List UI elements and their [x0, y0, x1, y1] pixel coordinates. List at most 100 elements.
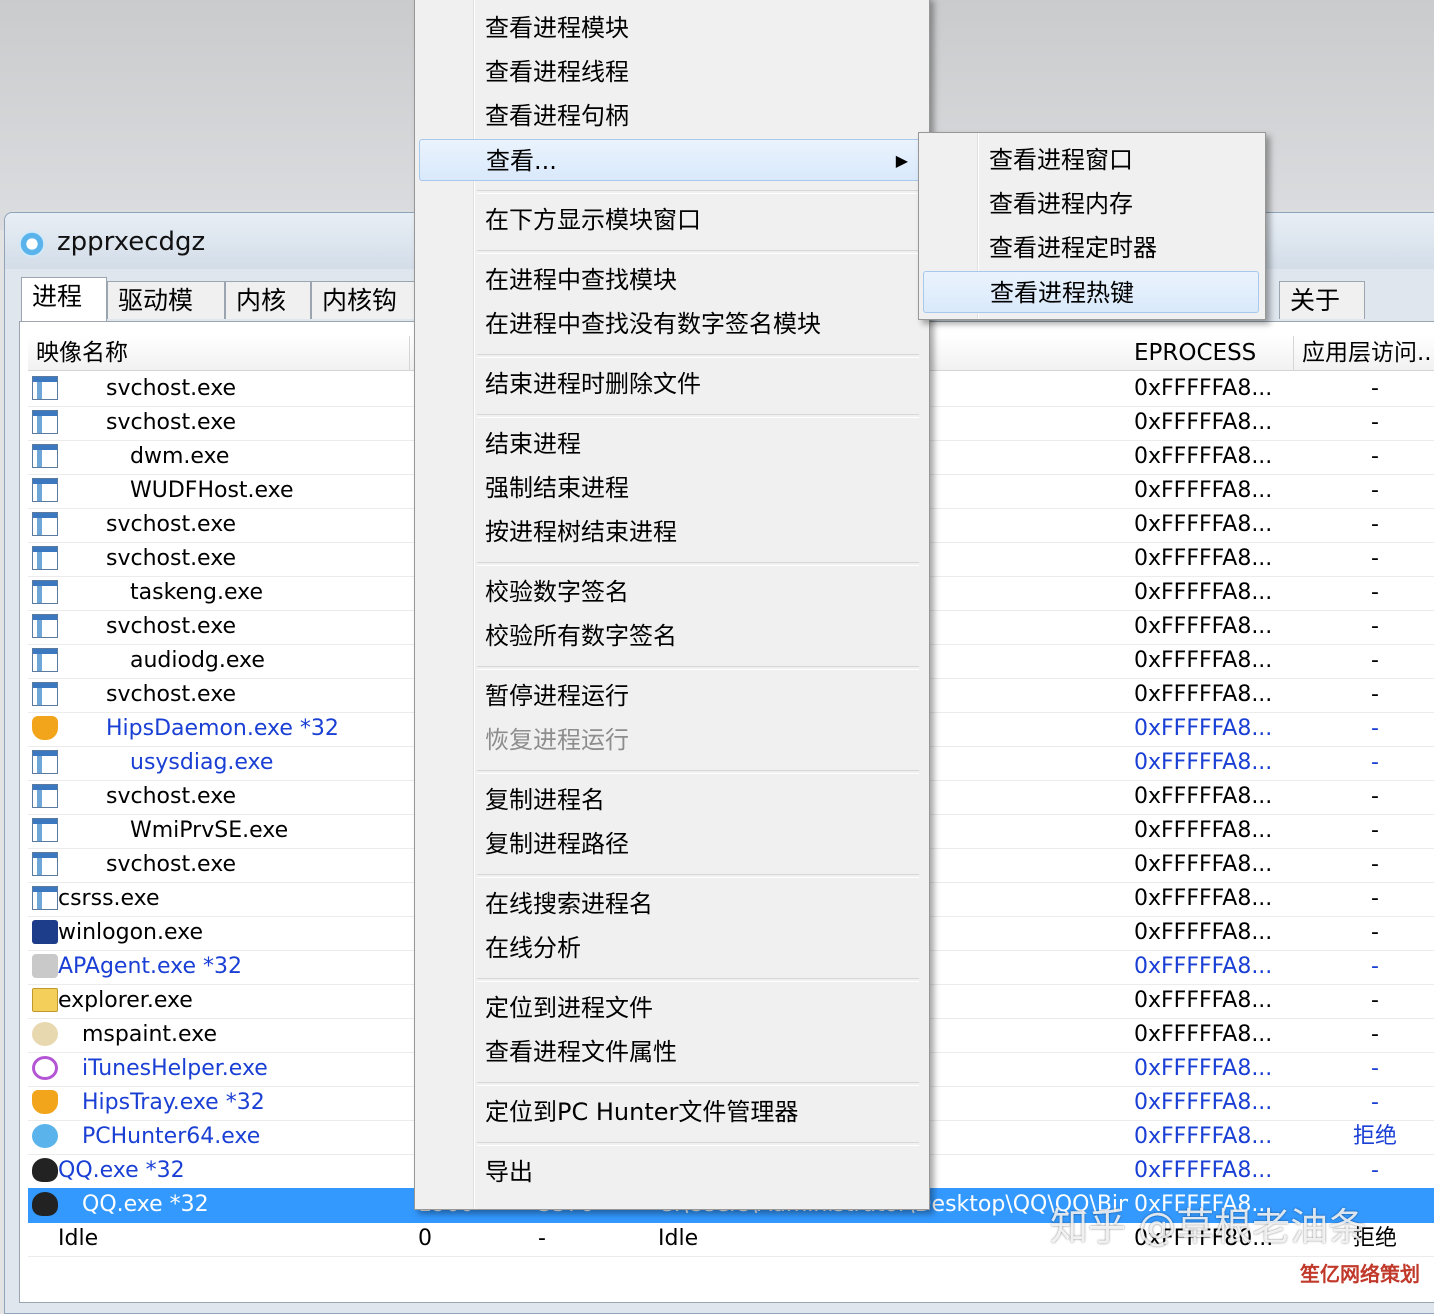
menu-item[interactable]: 暂停进程运行 — [419, 675, 923, 717]
menu-item-label: 查看进程模块 — [485, 14, 629, 42]
itunes-icon — [32, 1056, 58, 1080]
menu-item[interactable]: 强制结束进程 — [419, 467, 923, 509]
submenu-item[interactable]: 查看进程热键 — [923, 271, 1259, 313]
process-name: audiodg.exe — [130, 648, 265, 673]
process-name-cell: taskeng.exe — [28, 576, 408, 610]
process-name: QQ.exe *32 — [82, 1192, 209, 1217]
process-app-access: - — [1371, 784, 1379, 809]
process-app-access: - — [1371, 1158, 1379, 1183]
menu-item[interactable]: 在线搜索进程名 — [419, 883, 923, 925]
process-app-access: - — [1371, 614, 1379, 639]
tab-process[interactable]: 进程 — [21, 277, 107, 321]
menu-item[interactable]: 结束进程时删除文件 — [419, 363, 923, 405]
tab-kernel-hooks[interactable]: 内核钩子 — [311, 281, 421, 353]
menu-item[interactable]: 导出 — [419, 1151, 923, 1193]
column-header-name[interactable]: 映像名称 — [28, 336, 410, 370]
menu-item-label: 复制进程名 — [485, 786, 605, 814]
menu-item[interactable]: 按进程树结束进程 — [419, 511, 923, 553]
process-name-cell: dwm.exe — [28, 440, 408, 474]
window-icon — [32, 444, 58, 468]
menu-item[interactable]: 查看进程模块 — [419, 7, 923, 49]
tab-kernel[interactable]: 内核 — [225, 281, 311, 319]
process-eprocess: 0xFFFFFA8... — [1134, 478, 1273, 503]
context-menu: 查看进程模块查看进程线程 查看进程句柄 查看... ▶ 在下方显示模块窗口 在进程中查找模… — [414, 0, 930, 1210]
menu-item[interactable]: 在线分析 — [419, 927, 923, 969]
window-icon — [32, 614, 58, 638]
process-app-access: - — [1371, 1090, 1379, 1115]
menu-item-label: 在线分析 — [485, 934, 581, 962]
process-app-access: - — [1371, 444, 1379, 469]
process-name: svchost.exe — [106, 546, 237, 571]
process-name: HipsTray.exe *32 — [82, 1090, 265, 1115]
menu-item[interactable]: 恢复进程运行 — [419, 719, 923, 761]
process-name-cell: QQ.exe *32 — [28, 1154, 408, 1188]
process-eprocess: 0xFFFFFA8... — [1134, 750, 1273, 775]
menu-item-label: 查看... — [486, 147, 557, 175]
menu-item[interactable]: 校验数字签名 — [419, 571, 923, 613]
submenu-item[interactable]: 查看进程内存 — [923, 183, 1259, 225]
process-name-cell: svchost.exe — [28, 678, 408, 712]
process-eprocess: 0xFFFFFA8... — [1134, 988, 1273, 1013]
menu-item[interactable]: 定位到PC Hunter文件管理器 — [419, 1091, 923, 1133]
process-name-cell: PCHunter64.exe — [28, 1120, 408, 1154]
submenu-item-label: 查看进程定时器 — [989, 234, 1157, 262]
process-app-access: - — [1371, 818, 1379, 843]
menu-item[interactable]: 查看进程句柄 — [419, 95, 923, 137]
process-eprocess: 0xFFFFFA8... — [1134, 886, 1273, 911]
menu-item-label: 在线搜索进程名 — [485, 890, 653, 918]
process-name-cell: HipsTray.exe *32 — [28, 1086, 408, 1120]
menu-item[interactable]: 结束进程 — [419, 423, 923, 465]
menu-separator — [477, 250, 919, 254]
window-icon — [32, 546, 58, 570]
process-name: iTunesHelper.exe — [82, 1056, 268, 1081]
process-name: csrss.exe — [58, 886, 160, 911]
menu-item[interactable]: 在进程中查找模块 — [419, 259, 923, 301]
process-name-cell: QQ.exe *32 — [28, 1188, 408, 1222]
process-eprocess: 0xFFFFFA8... — [1134, 512, 1273, 537]
window-icon — [32, 818, 58, 842]
menu-item[interactable]: 复制进程路径 — [419, 823, 923, 865]
apagent-icon — [32, 954, 58, 978]
window-icon — [32, 376, 58, 400]
process-name-cell: svchost.exe — [28, 508, 408, 542]
menu-item[interactable]: 查看进程文件属性 — [419, 1031, 923, 1073]
menu-item[interactable]: 查看进程线程 — [419, 51, 923, 93]
menu-separator — [477, 770, 919, 774]
process-eprocess: 0xFFFFFA8... — [1134, 1022, 1273, 1047]
menu-item[interactable]: 复制进程名 — [419, 779, 923, 821]
menu-item[interactable]: 校验所有数字签名 — [419, 615, 923, 657]
process-pid: 0 — [418, 1226, 432, 1251]
menu-item-label: 查看进程文件属性 — [485, 1038, 677, 1066]
menu-item[interactable]: 在进程中查找没有数字签名模块 — [419, 303, 923, 345]
menu-item-label: 定位到进程文件 — [485, 994, 653, 1022]
process-eprocess: 0xFFFFFA8... — [1134, 410, 1273, 435]
column-header-eprocess[interactable]: EPROCESS — [1126, 336, 1294, 370]
menu-item[interactable]: 查看... ▶ — [419, 139, 923, 181]
menu-separator — [477, 190, 919, 194]
tab-about[interactable]: 关于 — [1279, 281, 1365, 319]
process-name: usysdiag.exe — [130, 750, 274, 775]
column-header-app-access[interactable]: 应用层访问.. — [1294, 336, 1434, 370]
menu-separator — [477, 414, 919, 418]
menu-item-label: 结束进程 — [485, 430, 581, 458]
app-icon — [19, 231, 45, 257]
window-icon — [32, 852, 58, 876]
submenu-item[interactable]: 查看进程窗口 — [923, 139, 1259, 181]
process-name: svchost.exe — [106, 512, 237, 537]
menu-separator — [477, 874, 919, 878]
menu-item[interactable]: 定位到进程文件 — [419, 987, 923, 1029]
process-app-access: - — [1371, 750, 1379, 775]
menu-item[interactable]: 在下方显示模块窗口 — [419, 199, 923, 241]
process-app-access: - — [1371, 546, 1379, 571]
process-eprocess: 0xFFFFFA8... — [1134, 444, 1273, 469]
process-name-cell: WmiPrvSE.exe — [28, 814, 408, 848]
window-icon — [32, 784, 58, 808]
process-name: dwm.exe — [130, 444, 230, 469]
paint-icon — [32, 1022, 58, 1046]
submenu-item[interactable]: 查看进程定时器 — [923, 227, 1259, 269]
process-eprocess: 0xFFFFFA8... — [1134, 818, 1273, 843]
process-name-cell: svchost.exe — [28, 406, 408, 440]
submenu-item-label: 查看进程热键 — [990, 279, 1134, 307]
window-icon — [32, 886, 58, 910]
tab-drivers[interactable]: 驱动模块 — [107, 281, 225, 353]
